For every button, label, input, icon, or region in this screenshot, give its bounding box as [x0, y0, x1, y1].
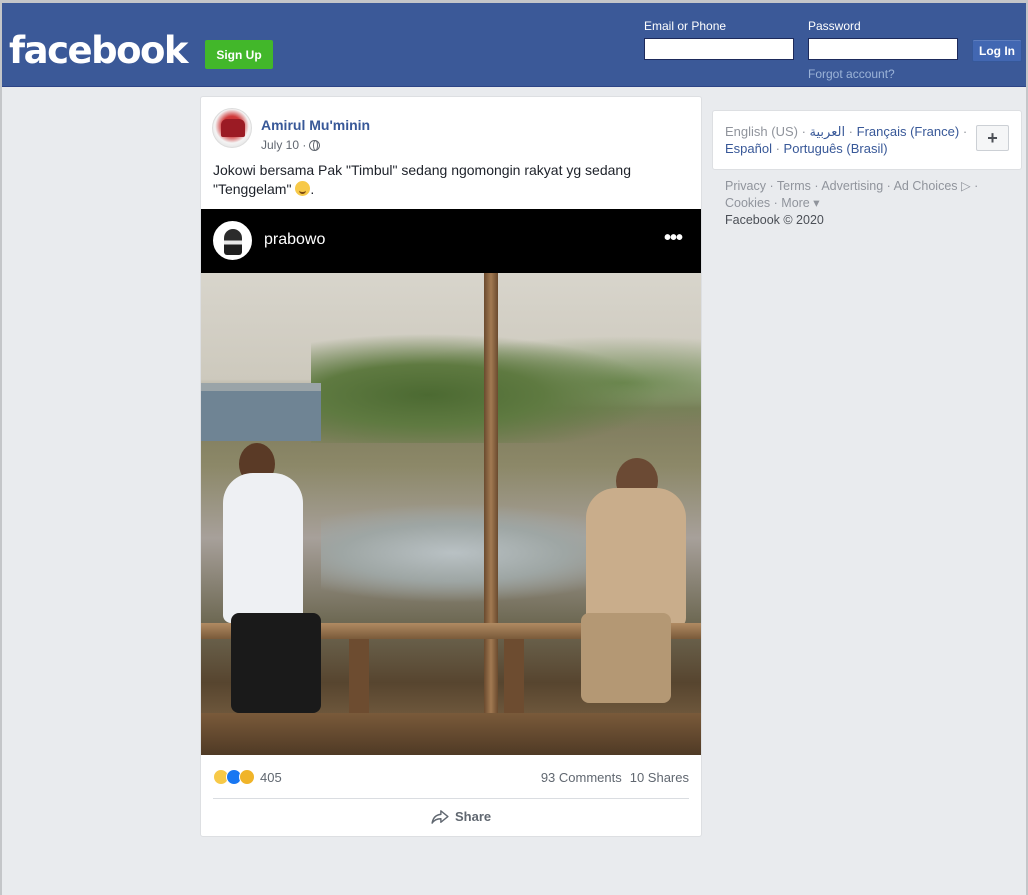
post-meta: July 10 · — [261, 138, 321, 152]
login-button[interactable]: Log In — [972, 39, 1022, 62]
post-author[interactable]: Amirul Mu'minin — [261, 117, 370, 133]
post-text: Jokowi bersama Pak "Timbul" sedang ngomo… — [213, 161, 683, 199]
forgot-account-link[interactable]: Forgot account? — [808, 67, 895, 81]
reactions-summary[interactable]: 405 — [213, 769, 282, 785]
post-text-body: Jokowi bersama Pak "Timbul" sedang ngomo… — [213, 162, 631, 197]
photo-pole — [484, 273, 498, 733]
post-text-end: . — [310, 181, 315, 197]
facebook-logo[interactable]: facebook — [9, 29, 189, 73]
footer-advertising-link[interactable]: Advertising — [821, 179, 883, 193]
photo-trees — [311, 323, 701, 443]
language-selector: English (US) · العربية · Français (Franc… — [712, 110, 1022, 170]
more-languages-button[interactable]: + — [976, 125, 1009, 151]
globe-icon — [309, 139, 321, 151]
share-label: Share — [455, 809, 492, 824]
current-language: English (US) — [725, 124, 798, 139]
shares-count-link[interactable]: 10 Shares — [630, 770, 689, 785]
embedded-photo-header: prabowo ••• — [201, 209, 701, 273]
footer-links: Privacy · Terms · Advertising · Ad Choic… — [725, 179, 979, 227]
reaction-count: 405 — [260, 769, 282, 785]
language-french[interactable]: Français (France) — [857, 124, 960, 139]
photo-person-left — [223, 473, 303, 623]
post-date[interactable]: July 10 · — [261, 138, 306, 152]
share-button[interactable]: Share — [431, 809, 491, 824]
post-card: Amirul Mu'minin July 10 · Jokowi bersama… — [200, 96, 702, 837]
post-stats: 93 Comments 10 Shares — [541, 770, 689, 785]
embed-account-name: prabowo — [264, 231, 326, 248]
password-label: Password — [808, 19, 861, 33]
footer-more-link[interactable]: More — [781, 196, 809, 210]
footer-terms-link[interactable]: Terms — [777, 179, 811, 193]
photo-person-right — [586, 488, 686, 628]
comments-count-link[interactable]: 93 Comments — [541, 770, 622, 785]
embed-account-avatar — [213, 221, 252, 260]
top-bar: facebook Sign Up Email or Phone Password… — [2, 0, 1026, 87]
photo-house — [201, 383, 321, 441]
photo-person-left-legs — [231, 613, 321, 713]
signup-button[interactable]: Sign Up — [205, 40, 273, 69]
footer-copyright: Facebook © 2020 — [725, 213, 824, 227]
post-photo[interactable] — [201, 273, 701, 755]
wow-reaction-icon — [239, 769, 255, 785]
author-avatar[interactable] — [212, 108, 252, 148]
share-icon — [431, 809, 449, 824]
password-input[interactable] — [808, 38, 958, 60]
language-spanish[interactable]: Español — [725, 141, 772, 156]
photo-deck — [201, 713, 701, 755]
language-list: English (US) · العربية · Français (Franc… — [725, 124, 968, 156]
more-options-icon: ••• — [664, 227, 683, 249]
footer-ad-choices-link[interactable]: Ad Choices — [894, 179, 958, 193]
photo-person-right-legs — [581, 613, 671, 703]
action-divider — [213, 798, 689, 799]
grinning-emoji-icon — [295, 181, 311, 196]
language-arabic[interactable]: العربية — [810, 124, 846, 139]
ad-choices-icon: ▷ — [957, 179, 971, 193]
language-portuguese[interactable]: Português (Brasil) — [784, 141, 888, 156]
email-label: Email or Phone — [644, 19, 727, 33]
caret-down-icon: ▾ — [809, 196, 820, 210]
email-input[interactable] — [644, 38, 794, 60]
footer-privacy-link[interactable]: Privacy — [725, 179, 766, 193]
footer-cookies-link[interactable]: Cookies — [725, 196, 770, 210]
